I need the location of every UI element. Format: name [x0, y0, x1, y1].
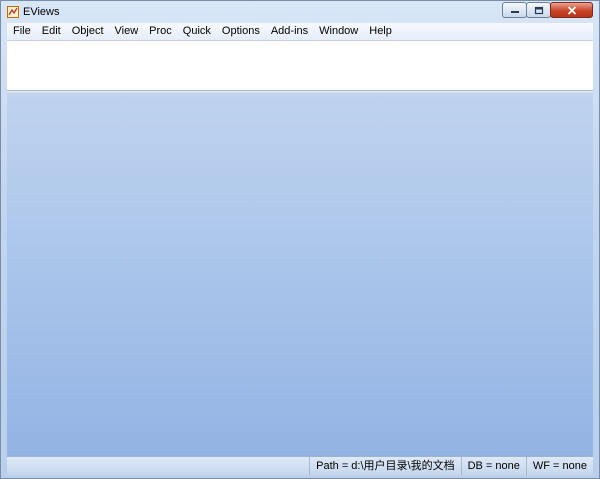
minimize-icon [510, 11, 519, 13]
menu-proc[interactable]: Proc [143, 23, 177, 40]
status-path: Path = d:\用户目录\我的文档 [309, 457, 460, 475]
status-db: DB = none [460, 457, 526, 475]
menu-options[interactable]: Options [216, 23, 265, 40]
menu-help[interactable]: Help [363, 23, 397, 40]
menu-view[interactable]: View [109, 23, 144, 40]
restore-button[interactable] [526, 2, 551, 18]
eviews-app-icon[interactable] [7, 6, 19, 18]
menu-edit[interactable]: Edit [36, 23, 66, 40]
restore-icon [534, 6, 543, 14]
minimize-button[interactable] [502, 2, 527, 18]
workspace-area[interactable] [7, 94, 593, 456]
menu-bar: File Edit Object View Proc Quick Options… [7, 23, 593, 41]
menu-object[interactable]: Object [66, 23, 109, 40]
window-title: EViews [23, 6, 60, 18]
caption-buttons [502, 2, 593, 20]
status-bar: Path = d:\用户目录\我的文档 DB = none WF = none [7, 456, 593, 475]
close-button[interactable] [550, 2, 593, 18]
title-bar[interactable]: EViews [1, 1, 599, 23]
menu-window[interactable]: Window [313, 23, 363, 40]
menu-quick[interactable]: Quick [177, 23, 216, 40]
eviews-window: EViews File Edit Object View Proc Quick … [0, 0, 600, 479]
status-wf: WF = none [525, 457, 593, 475]
menu-file[interactable]: File [7, 23, 36, 40]
command-window [7, 41, 593, 91]
close-icon [567, 5, 576, 15]
command-input[interactable] [7, 41, 593, 90]
menu-add-ins[interactable]: Add-ins [265, 23, 313, 40]
